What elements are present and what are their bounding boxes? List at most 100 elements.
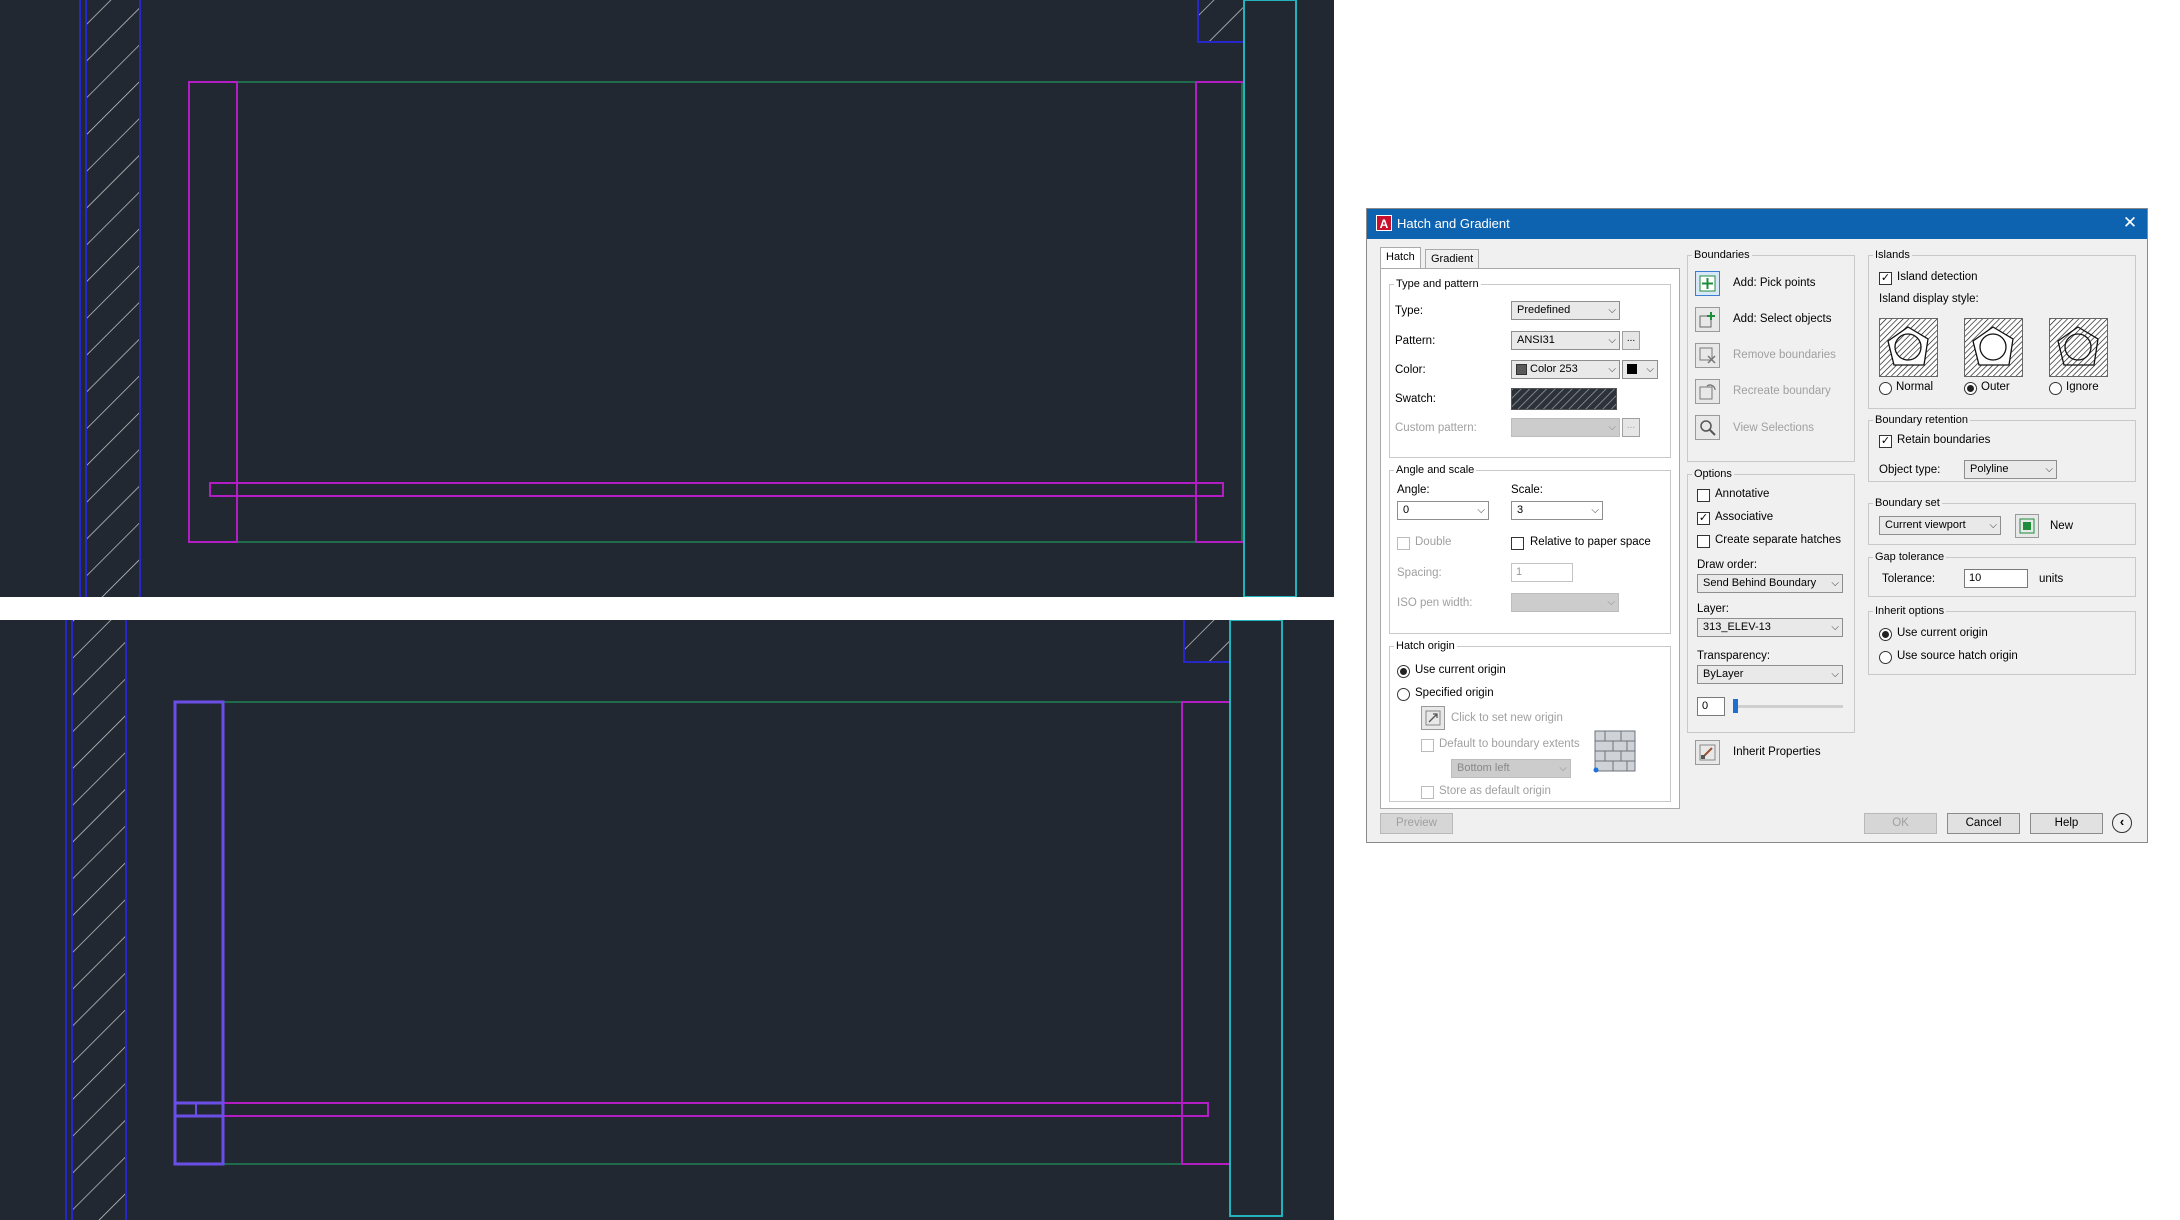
tab-gradient[interactable]: Gradient [1425, 249, 1480, 269]
chevron-down-icon: ⌵ [1477, 505, 1485, 516]
specified-origin-radio[interactable] [1397, 688, 1410, 701]
recreate-boundary-icon [1699, 384, 1716, 400]
layer-label: Layer: [1697, 603, 1729, 615]
object-type-label: Object type: [1879, 464, 1941, 476]
tolerance-input[interactable]: 10 [1964, 569, 2028, 588]
island-outer-radio[interactable] [1964, 382, 1977, 395]
type-select[interactable]: Predefined ⌵ [1511, 301, 1620, 320]
color-label: Color: [1395, 364, 1426, 376]
pattern-select[interactable]: ANSI31 ⌵ [1511, 331, 1620, 350]
island-normal-radio[interactable] [1879, 382, 1892, 395]
cabinet-side-right [1181, 701, 1231, 1165]
pattern-browse-button[interactable]: ... [1622, 331, 1640, 350]
island-ignore-icon[interactable] [2049, 318, 2108, 377]
dialog-title: Hatch and Gradient [1397, 216, 1510, 231]
selected-side-panel-highlight[interactable] [173, 700, 225, 1166]
inherit-source-origin-radio[interactable] [1879, 651, 1892, 664]
new-boundary-set-button[interactable] [2015, 514, 2039, 538]
separate-hatches-label: Create separate hatches [1715, 534, 1841, 546]
custom-pattern-select[interactable]: ⌵ [1511, 418, 1620, 437]
drawing-canvas-bottom[interactable] [0, 620, 1334, 1220]
chevron-down-icon: ⌵ [1831, 669, 1839, 680]
boundary-retention-legend: Boundary retention [1875, 414, 1968, 426]
specified-origin-label: Specified origin [1415, 687, 1494, 699]
cabinet-outline [188, 81, 1243, 543]
transparency-slider-track[interactable] [1734, 705, 1843, 708]
set-origin-button[interactable] [1421, 706, 1445, 730]
transparency-slider-thumb[interactable] [1733, 699, 1738, 713]
drawing-canvas-top[interactable] [0, 0, 1334, 597]
iso-pen-width-label: ISO pen width: [1397, 597, 1473, 609]
double-checkbox[interactable] [1397, 537, 1410, 550]
close-icon[interactable]: ✕ [2119, 212, 2141, 234]
boundary-extents-select[interactable]: Bottom left ⌵ [1451, 759, 1571, 778]
ok-button[interactable]: OK [1864, 813, 1937, 834]
draw-order-select[interactable]: Send Behind Boundary ⌵ [1697, 574, 1843, 593]
add-pick-points-label: Add: Pick points [1733, 277, 1816, 289]
view-selections-button[interactable] [1695, 415, 1720, 440]
inherit-options-legend: Inherit options [1875, 605, 1945, 617]
island-ignore-label: Ignore [2066, 381, 2099, 393]
wall-column-cyan [1243, 0, 1297, 597]
island-ignore-radio[interactable] [2049, 382, 2062, 395]
iso-pen-width-select[interactable]: ⌵ [1511, 593, 1619, 612]
add-select-objects-button[interactable] [1695, 307, 1720, 332]
draw-order-label: Draw order: [1697, 559, 1758, 571]
boundary-set-legend: Boundary set [1875, 497, 1940, 509]
island-outer-label: Outer [1981, 381, 2010, 393]
title-bar[interactable]: A Hatch and Gradient ✕ [1367, 209, 2147, 239]
object-type-select[interactable]: Polyline ⌵ [1964, 460, 2057, 479]
chevron-down-icon: ⌵ [1608, 335, 1616, 346]
hatched-corner-top-right [1183, 620, 1230, 663]
inherit-properties-button[interactable] [1695, 740, 1720, 765]
scale-select[interactable]: 3 ⌵ [1511, 501, 1603, 520]
cabinet-side-right [1195, 81, 1245, 543]
use-current-origin-radio[interactable] [1397, 665, 1410, 678]
associative-checkbox[interactable]: ✓ [1697, 512, 1710, 525]
island-outer-icon[interactable] [1964, 318, 2023, 377]
retain-boundaries-checkbox[interactable]: ✓ [1879, 435, 1892, 448]
layer-select[interactable]: 313_ELEV-13 ⌵ [1697, 618, 1843, 637]
transparency-select[interactable]: ByLayer ⌵ [1697, 665, 1843, 684]
transparency-label: Transparency: [1697, 650, 1771, 662]
island-detection-label: Island detection [1897, 271, 1978, 283]
chevron-down-icon: ⌵ [2045, 464, 2053, 475]
cancel-button[interactable]: Cancel [1947, 813, 2020, 834]
color-select[interactable]: Color 253 ⌵ [1511, 360, 1620, 379]
background-color-select[interactable]: ⌵ [1622, 360, 1658, 379]
island-detection-checkbox[interactable]: ✓ [1879, 272, 1892, 285]
swatch-preview[interactable] [1511, 388, 1617, 410]
click-new-origin-label: Click to set new origin [1451, 712, 1563, 724]
inherit-current-origin-radio[interactable] [1879, 628, 1892, 641]
help-button[interactable]: Help [2030, 813, 2103, 834]
view-selections-label: View Selections [1733, 422, 1814, 434]
chevron-down-icon: ⌵ [1831, 578, 1839, 589]
double-label: Double [1415, 536, 1452, 548]
remove-boundaries-button[interactable] [1695, 343, 1720, 368]
island-normal-icon[interactable] [1879, 318, 1938, 377]
remove-boundaries-icon [1699, 347, 1716, 364]
separate-hatches-checkbox[interactable] [1697, 535, 1710, 548]
add-pick-points-button[interactable] [1695, 271, 1720, 296]
spacing-input[interactable]: 1 [1511, 563, 1573, 582]
recreate-boundary-button[interactable] [1695, 379, 1720, 404]
angle-select[interactable]: 0 ⌵ [1397, 501, 1489, 520]
relative-paper-space-label: Relative to paper space [1530, 536, 1651, 548]
boundary-set-select[interactable]: Current viewport ⌵ [1879, 516, 2001, 535]
transparency-value-input[interactable]: 0 [1697, 697, 1725, 716]
tab-hatch[interactable]: Hatch [1380, 247, 1421, 270]
chevron-down-icon: ⌵ [1607, 597, 1615, 608]
custom-browse-button[interactable]: ... [1622, 418, 1640, 437]
default-extents-checkbox[interactable] [1421, 739, 1434, 752]
collapse-arrow-icon[interactable]: ‹ [2112, 813, 2132, 833]
angle-label: Angle: [1397, 484, 1430, 496]
inherit-brush-icon [1699, 744, 1716, 761]
relative-paper-space-checkbox[interactable] [1511, 537, 1524, 550]
custom-pattern-label: Custom pattern: [1395, 422, 1477, 434]
new-set-icon [2019, 518, 2035, 534]
annotative-checkbox[interactable] [1697, 489, 1710, 502]
store-default-checkbox[interactable] [1421, 786, 1434, 799]
preview-button[interactable]: Preview [1380, 813, 1453, 834]
annotative-label: Annotative [1715, 488, 1770, 500]
default-extents-label: Default to boundary extents [1439, 738, 1580, 750]
